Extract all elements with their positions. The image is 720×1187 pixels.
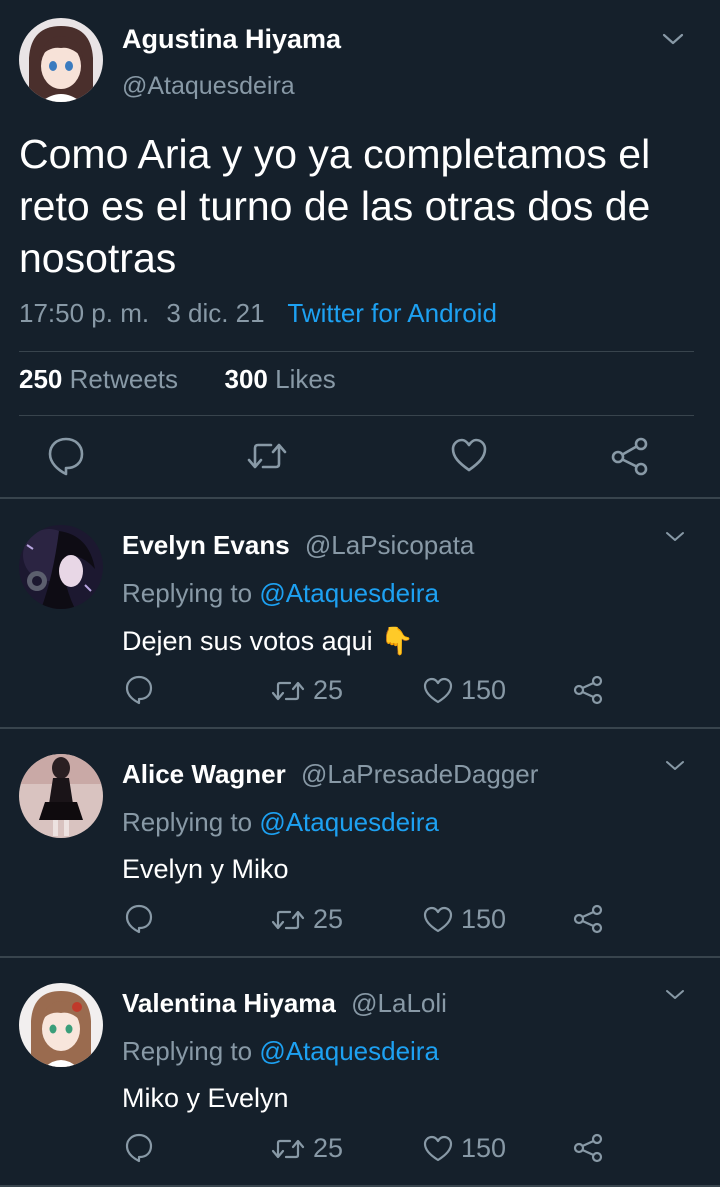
reply-author-handle[interactable]: @LaPsicopata: [305, 530, 475, 560]
share-icon[interactable]: [573, 1133, 603, 1163]
author-handle[interactable]: @Ataquesdeira: [122, 72, 295, 101]
replying-prefix: Replying to: [122, 1036, 253, 1066]
like-button[interactable]: 150: [423, 1133, 506, 1164]
replying-to: Replying to @Ataquesdeira: [122, 578, 439, 609]
heart-icon: [423, 906, 453, 934]
reply-icon[interactable]: [47, 436, 85, 476]
retweets-count[interactable]: 250: [19, 364, 62, 394]
reply-author-handle[interactable]: @LaLoli: [351, 988, 447, 1018]
like-count: 150: [461, 904, 507, 934]
reply-icon[interactable]: [125, 1133, 153, 1163]
tweet-date: 3 dic. 21: [166, 298, 265, 328]
tweet-stats: 250 Retweets 300 Likes: [19, 364, 336, 395]
reply-actions: 25 150: [0, 1133, 720, 1165]
avatar[interactable]: [19, 18, 103, 102]
main-tweet: Agustina Hiyama @Ataquesdeira Como Aria …: [0, 0, 720, 497]
like-count: 150: [461, 675, 507, 705]
retweet-icon: [271, 1135, 305, 1163]
like-button[interactable]: 150: [423, 675, 506, 706]
retweet-icon: [271, 677, 305, 705]
retweet-button[interactable]: 25: [271, 1133, 343, 1164]
divider: [19, 351, 694, 352]
retweet-count: 25: [313, 904, 344, 934]
share-icon[interactable]: [573, 675, 603, 705]
avatar[interactable]: [19, 754, 103, 838]
reply-actions: 25 150: [0, 904, 720, 936]
reply-author-name[interactable]: Valentina Hiyama: [122, 988, 336, 1018]
retweet-button[interactable]: 25: [271, 675, 343, 706]
replying-to: Replying to @Ataquesdeira: [122, 1036, 439, 1067]
reply-text-body: Dejen sus votos aqui: [122, 626, 373, 656]
reply-text: Miko y Evelyn: [122, 1083, 289, 1113]
retweet-button[interactable]: 25: [271, 904, 343, 935]
reply-author-handle[interactable]: @LaPresadeDagger: [301, 759, 538, 789]
reply-tweet: Evelyn Evans @LaPsicopata Replying to @A…: [0, 499, 720, 727]
like-count: 150: [461, 1133, 507, 1163]
reply-text: Dejen sus votos aqui 👇: [122, 625, 414, 657]
likes-label[interactable]: Likes: [275, 364, 336, 394]
chevron-down-icon[interactable]: [664, 987, 686, 1003]
reply-icon[interactable]: [125, 675, 153, 705]
like-button[interactable]: 150: [423, 904, 506, 935]
heart-icon: [423, 677, 453, 705]
reply-header: Valentina Hiyama @LaLoli: [122, 988, 447, 1019]
author-name[interactable]: Agustina Hiyama: [122, 24, 341, 55]
retweet-count: 25: [313, 675, 344, 705]
share-icon[interactable]: [573, 904, 603, 934]
reply-header: Alice Wagner @LaPresadeDagger: [122, 759, 538, 790]
reply-text: Evelyn y Miko: [122, 854, 289, 884]
reply-author-name[interactable]: Alice Wagner: [122, 759, 286, 789]
divider: [19, 415, 694, 416]
retweets-label[interactable]: Retweets: [70, 364, 178, 394]
replying-prefix: Replying to: [122, 578, 253, 608]
chevron-down-icon[interactable]: [664, 758, 686, 774]
reply-actions: 25 150: [0, 675, 720, 707]
replying-to-handle[interactable]: @Ataquesdeira: [259, 1036, 439, 1066]
tweet-text: Como Aria y yo ya completamos el reto es…: [19, 131, 651, 281]
heart-icon[interactable]: [450, 436, 488, 474]
retweet-icon[interactable]: [246, 436, 288, 476]
tweet-meta: 17:50 p. m. 3 dic. 21 Twitter for Androi…: [19, 298, 507, 329]
replying-to: Replying to @Ataquesdeira: [122, 807, 439, 838]
reply-author-name[interactable]: Evelyn Evans: [122, 530, 290, 560]
reply-header: Evelyn Evans @LaPsicopata: [122, 530, 474, 561]
retweet-count: 25: [313, 1133, 344, 1163]
tweet-source[interactable]: Twitter for Android: [287, 298, 497, 328]
replying-to-handle[interactable]: @Ataquesdeira: [259, 807, 439, 837]
avatar[interactable]: [19, 525, 103, 609]
replying-to-handle[interactable]: @Ataquesdeira: [259, 578, 439, 608]
chevron-down-icon[interactable]: [660, 30, 686, 48]
replying-prefix: Replying to: [122, 807, 253, 837]
heart-icon: [423, 1135, 453, 1163]
avatar[interactable]: [19, 983, 103, 1067]
chevron-down-icon[interactable]: [664, 529, 686, 545]
share-icon[interactable]: [610, 436, 650, 476]
reply-tweet: Valentina Hiyama @LaLoli Replying to @At…: [0, 957, 720, 1185]
reply-tweet: Alice Wagner @LaPresadeDagger Replying t…: [0, 728, 720, 956]
pointing-down-emoji: 👇: [380, 626, 414, 656]
likes-count[interactable]: 300: [224, 364, 267, 394]
tweet-time: 17:50 p. m.: [19, 298, 150, 328]
retweet-icon: [271, 906, 305, 934]
reply-icon[interactable]: [125, 904, 153, 934]
